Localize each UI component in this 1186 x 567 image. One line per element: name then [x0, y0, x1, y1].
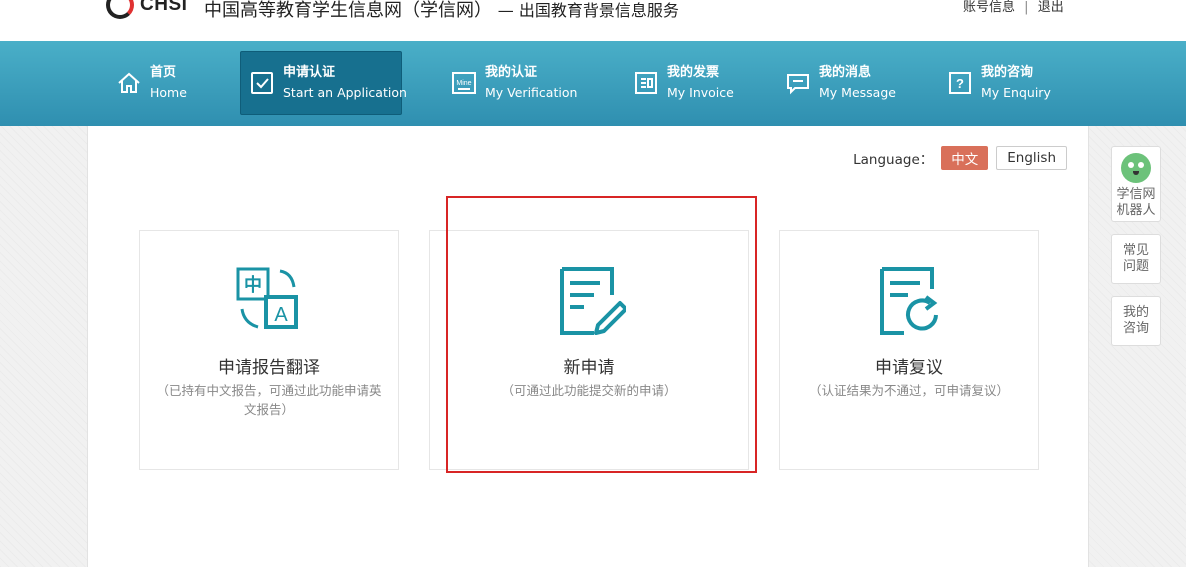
header-links: 账号信息 | 退出: [963, 0, 1064, 15]
nav-enquiry-cn: 我的咨询: [981, 65, 1034, 80]
nav-item-my-invoice[interactable]: 我的发票 My Invoice: [633, 51, 734, 115]
nav-message-en: My Message: [819, 85, 896, 100]
home-icon: [116, 70, 142, 96]
card-review-title: 申请复议: [875, 358, 943, 378]
nav-item-my-verification[interactable]: Mine 我的认证 My Verification: [451, 51, 577, 115]
nav-apply-cn: 申请认证: [283, 65, 336, 80]
card-report-translation[interactable]: 中 A 申请报告翻译 （已持有中文报告，可通过此功能申请英文报告）: [139, 230, 399, 470]
card-new-application[interactable]: 新申请 （可通过此功能提交新的申请）: [429, 230, 749, 470]
site-header: CHSI 中国高等教育学生信息网（学信网） — 出国教育背景信息服务 账号信息 …: [0, 0, 1186, 41]
nav-item-start-application[interactable]: 申请认证 Start an Application: [240, 51, 407, 115]
site-title: 中国高等教育学生信息网（学信网） — 出国教育背景信息服务: [204, 0, 679, 22]
svg-text:A: A: [274, 304, 288, 326]
header-separator: |: [1024, 0, 1029, 15]
nav-enquiry-en: My Enquiry: [981, 85, 1051, 100]
nav-verification-en: My Verification: [485, 85, 578, 100]
card-translation-desc: （已持有中文报告，可通过此功能申请英文报告）: [156, 383, 382, 417]
nav-item-home[interactable]: 首页 Home: [116, 51, 187, 115]
robot-avatar-icon: [1121, 153, 1151, 183]
logout-link[interactable]: 退出: [1038, 0, 1064, 15]
robot-label-1: 学信网: [1116, 187, 1156, 202]
site-title-main: 中国高等教育学生信息网（学信网）: [204, 0, 492, 21]
nav-apply-en: Start an Application: [283, 85, 407, 100]
card-new-application-title: 新申请: [563, 358, 615, 378]
checkbox-icon: [249, 70, 275, 96]
card-new-application-desc: （可通过此功能提交新的申请）: [501, 383, 677, 398]
nav-home-cn: 首页: [150, 65, 177, 80]
site-title-sub: — 出国教育背景信息服务: [497, 1, 679, 20]
logo-text: CHSI: [140, 0, 188, 15]
robot-label-2: 机器人: [1116, 203, 1156, 218]
main-nav: 首页 Home 申请认证 Start an Application Mine 我…: [0, 41, 1186, 126]
enquiry-icon: ?: [947, 70, 973, 96]
my-enquiry-widget[interactable]: 我的 咨询: [1111, 296, 1161, 346]
faq-widget[interactable]: 常见 问题: [1111, 234, 1161, 284]
main-panel: Language： 中文 English 中 A 申请报告翻译 （已持有中文报告…: [87, 126, 1089, 567]
language-switcher: Language： 中文 English: [853, 146, 1067, 170]
card-review-desc: （认证结果为不通过，可申请复议）: [808, 383, 1009, 398]
translate-icon: 中 A: [236, 267, 298, 329]
account-info-link[interactable]: 账号信息: [963, 0, 1015, 15]
card-translation-title: 申请报告翻译: [218, 358, 320, 378]
faq-label-2: 问题: [1122, 259, 1149, 274]
new-application-icon: [560, 267, 626, 335]
card-review-application[interactable]: 申请复议 （认证结果为不通过，可申请复议）: [779, 230, 1039, 470]
faq-label-1: 常见: [1122, 243, 1149, 258]
invoice-icon: [633, 70, 659, 96]
ask-label-2: 咨询: [1122, 321, 1149, 336]
nav-message-cn: 我的消息: [819, 65, 872, 80]
chsi-logo-mark-icon: [106, 0, 134, 19]
nav-verification-cn: 我的认证: [485, 65, 538, 80]
message-icon: [785, 70, 811, 96]
mine-icon: Mine: [451, 70, 477, 96]
language-label: Language：: [853, 152, 934, 168]
nav-home-en: Home: [150, 85, 187, 100]
nav-item-my-enquiry[interactable]: ? 我的咨询 My Enquiry: [947, 51, 1051, 115]
review-icon: [880, 267, 938, 335]
chsi-logo[interactable]: CHSI: [106, 0, 187, 20]
nav-invoice-cn: 我的发票: [667, 65, 720, 80]
nav-invoice-en: My Invoice: [667, 85, 734, 100]
language-english-button[interactable]: English: [996, 146, 1067, 170]
svg-text:中: 中: [244, 274, 262, 296]
svg-text:?: ?: [956, 76, 964, 91]
chsi-robot-widget[interactable]: 学信网 机器人: [1111, 146, 1161, 222]
svg-text:Mine: Mine: [456, 80, 471, 87]
ask-label-1: 我的: [1122, 305, 1149, 320]
nav-item-my-message[interactable]: 我的消息 My Message: [785, 51, 896, 115]
language-chinese-button[interactable]: 中文: [941, 146, 989, 170]
